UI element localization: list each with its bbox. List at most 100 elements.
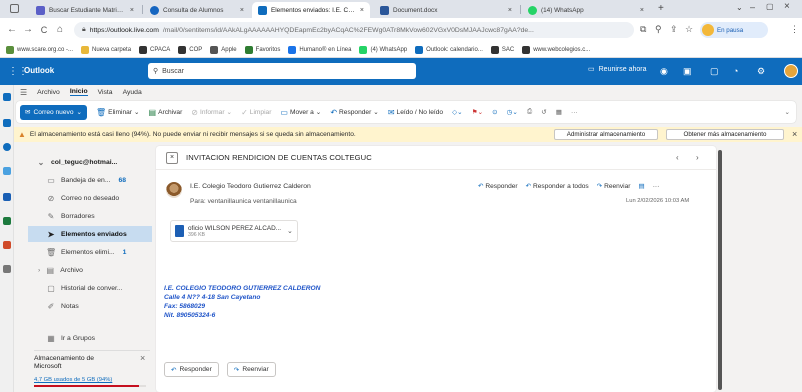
read-unread-button[interactable]: ✉ Leído / No leído bbox=[388, 108, 443, 117]
reply-all-action[interactable]: ↶ Responder a todos bbox=[526, 182, 589, 190]
people-icon[interactable] bbox=[3, 143, 11, 151]
tab-close-icon[interactable]: × bbox=[508, 7, 512, 14]
maximize-icon[interactable]: ▢ bbox=[766, 2, 774, 11]
move-to-button[interactable]: ▭ Mover a ⌄ bbox=[280, 108, 321, 117]
bookmark-item[interactable]: (4) WhatsApp bbox=[359, 45, 407, 54]
pin-icon[interactable]: ⊙ bbox=[492, 108, 498, 116]
sender-avatar[interactable] bbox=[166, 182, 182, 198]
groups-link[interactable]: ▦ Ir a Grupos bbox=[28, 330, 152, 346]
folder-notes[interactable]: ✐ Notas bbox=[28, 298, 152, 314]
bookmark-item[interactable]: COP bbox=[178, 45, 202, 54]
bookmark-item[interactable]: www.webcolegios.c... bbox=[522, 45, 590, 54]
bookmark-item[interactable]: CPACA bbox=[139, 45, 170, 54]
chevron-right-icon[interactable]: › bbox=[38, 267, 40, 274]
undo-icon[interactable]: ↺ bbox=[541, 108, 547, 116]
tab-archivo[interactable]: Archivo bbox=[37, 89, 60, 96]
word-icon[interactable]: ▣ bbox=[683, 66, 692, 77]
chevron-down-icon[interactable]: ⌄ bbox=[76, 108, 82, 116]
mail-icon[interactable] bbox=[3, 93, 11, 101]
chevron-right-icon[interactable]: › bbox=[696, 153, 699, 162]
share-icon[interactable]: ⇪ bbox=[670, 24, 678, 35]
sweep-button[interactable]: ✓ Limpiar bbox=[241, 108, 271, 117]
zoom-icon[interactable]: ⚲ bbox=[655, 24, 662, 35]
folder-junk[interactable]: ⊘ Correo no deseado bbox=[28, 190, 152, 206]
search-input[interactable]: ⚲ Buscar bbox=[148, 63, 416, 79]
profile-button[interactable]: En pausa bbox=[700, 22, 768, 38]
folder-inbox[interactable]: ▭ Bandeja de en... 68 bbox=[28, 172, 152, 188]
chevron-left-icon[interactable]: ‹ bbox=[676, 153, 679, 162]
close-icon[interactable]: × bbox=[792, 129, 797, 139]
hamburger-icon[interactable]: ☰ bbox=[20, 88, 27, 97]
reply-action[interactable]: ↶ Responder bbox=[478, 182, 518, 190]
close-icon[interactable]: × bbox=[166, 152, 178, 164]
forward-button-bottom[interactable]: ↷ Reenviar bbox=[226, 362, 276, 377]
back-icon[interactable]: ← bbox=[6, 24, 18, 36]
gear-icon[interactable]: ⚙ bbox=[757, 66, 765, 77]
forward-action[interactable]: ↷ Reenviar bbox=[597, 182, 631, 190]
tab-close-icon[interactable]: × bbox=[640, 7, 644, 14]
scrollbar[interactable] bbox=[718, 150, 722, 390]
more-options-icon[interactable]: ··· bbox=[571, 109, 578, 116]
chevron-down-icon[interactable]: ⌄ bbox=[784, 108, 790, 116]
lock-icon[interactable]: 🔒︎ bbox=[82, 26, 86, 34]
apps-icon[interactable]: ▤ bbox=[638, 182, 644, 190]
bookmark-item[interactable]: Outlook: calendario... bbox=[415, 45, 483, 54]
new-mail-button[interactable]: ✉ Correo nuevo ⌄ bbox=[20, 104, 88, 120]
meet-now-button[interactable]: ▭ Reunirse ahora bbox=[588, 65, 647, 74]
attachment-card[interactable]: oficio WILSON PEREZ ALCAD... 396 KB ⌄ bbox=[170, 220, 298, 242]
print-icon[interactable]: ⎙ bbox=[527, 108, 532, 116]
tab-elementos-enviados[interactable]: Elementos enviados: I.E. Coleg × bbox=[252, 2, 370, 18]
view-icon[interactable]: ▦ bbox=[556, 108, 562, 116]
bookmark-item[interactable]: Nueva carpeta bbox=[81, 45, 131, 54]
tab-actions-icon[interactable] bbox=[10, 4, 19, 13]
bookmark-item[interactable]: SAC bbox=[490, 45, 514, 54]
excel-app-icon[interactable] bbox=[3, 217, 11, 225]
avatar[interactable] bbox=[784, 64, 798, 78]
reply-button[interactable]: ↶ Responder ⌄ bbox=[330, 108, 379, 117]
tag-icon[interactable]: ◇⌄ bbox=[452, 108, 463, 116]
delete-button[interactable]: 🗑︎ Eliminar ⌄ bbox=[96, 108, 140, 117]
get-more-storage-button[interactable]: Obtener más almacenamiento bbox=[666, 129, 784, 140]
folder-history[interactable]: ▢ Historial de conver... bbox=[28, 280, 152, 296]
url-input[interactable]: 🔒︎ https://outlook.live.com/mail/0/senti… bbox=[74, 22, 634, 38]
reload-icon[interactable]: C bbox=[38, 24, 50, 36]
bookmark-item[interactable]: www.scare.org.co -... bbox=[6, 45, 73, 54]
snooze-icon[interactable]: ◷⌄ bbox=[507, 108, 518, 116]
tab-inicio[interactable]: Inicio bbox=[69, 88, 88, 96]
folder-archive[interactable]: › ▤ Archivo bbox=[28, 262, 152, 278]
teams-icon[interactable]: ◉ bbox=[660, 66, 668, 77]
tab-whatsapp[interactable]: (14) WhatsApp × bbox=[522, 2, 650, 18]
bookmark-item[interactable]: Favoritos bbox=[244, 45, 280, 54]
tab-ayuda[interactable]: Ayuda bbox=[123, 89, 142, 96]
powerpoint-app-icon[interactable] bbox=[3, 241, 11, 249]
more-apps-icon[interactable] bbox=[3, 265, 11, 273]
tab-vista[interactable]: Vista bbox=[98, 89, 113, 96]
close-window-icon[interactable]: × bbox=[784, 1, 790, 12]
report-button[interactable]: ⊘ Informar ⌄ bbox=[191, 108, 232, 117]
more-icon[interactable]: ··· bbox=[653, 183, 660, 190]
folder-trash[interactable]: 🗑 Elementos elimi... 1 bbox=[28, 244, 152, 260]
tab-document[interactable]: Document.docx × bbox=[374, 2, 518, 18]
extension-icon[interactable]: ⧉ bbox=[640, 24, 646, 35]
bookmark-item[interactable]: Apple bbox=[210, 45, 237, 54]
bookmark-star-icon[interactable]: ☆ bbox=[685, 24, 693, 35]
manage-storage-button[interactable]: Administrar almacenamiento bbox=[554, 129, 658, 140]
app-title[interactable]: Outlook bbox=[24, 66, 54, 75]
storage-usage-link[interactable]: 4,7 GB usados de 5 GB (94%) bbox=[34, 377, 150, 383]
flag-icon[interactable]: ⚑⌄ bbox=[472, 108, 483, 116]
home-icon[interactable]: ⌂ bbox=[54, 24, 66, 36]
todo-icon[interactable] bbox=[3, 167, 11, 175]
word-app-icon[interactable] bbox=[3, 193, 11, 201]
menu-dots-icon[interactable]: ⋮ bbox=[790, 24, 799, 35]
calendar-icon[interactable] bbox=[3, 119, 11, 127]
bell-icon[interactable]: ◔ bbox=[733, 66, 738, 76]
notes-app-icon[interactable]: ▢ bbox=[710, 66, 719, 77]
reply-button-bottom[interactable]: ↶ Responder bbox=[164, 362, 219, 377]
tab-close-icon[interactable]: × bbox=[130, 7, 134, 14]
chevron-down-icon[interactable]: ⌄ bbox=[736, 3, 743, 12]
forward-icon[interactable]: → bbox=[22, 24, 34, 36]
tab-consulta-alumnos[interactable]: Consulta de Alumnos × bbox=[144, 2, 250, 18]
tab-buscar-estudiante[interactable]: Buscar Estudiante Matriculad × bbox=[30, 2, 140, 18]
folder-sent[interactable]: ➤ Elementos enviados bbox=[28, 226, 152, 242]
new-tab-icon[interactable]: + bbox=[658, 3, 664, 14]
